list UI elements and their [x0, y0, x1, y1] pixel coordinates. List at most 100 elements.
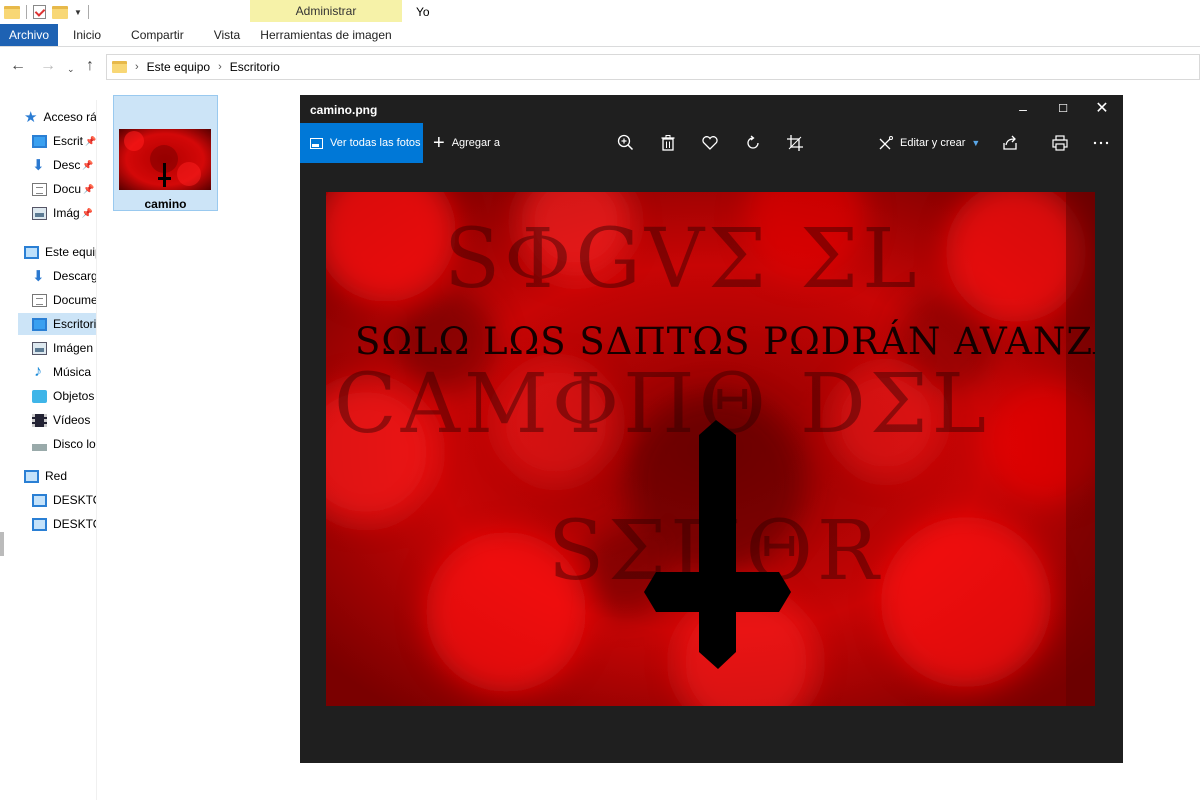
pin-icon: 📌 — [82, 159, 94, 170]
photos-title: camino.png — [310, 103, 378, 117]
folder-icon[interactable] — [4, 5, 20, 19]
chevron-right-icon[interactable]: › — [218, 61, 222, 73]
favorite-heart-icon[interactable] — [700, 133, 720, 153]
pin-icon: 📌 — [83, 183, 95, 194]
sidebar-item-documentos-pinned[interactable]: Docu 📌 — [32, 178, 96, 200]
file-item-camino[interactable]: camino — [113, 95, 218, 211]
sidebar-item-label: Escritori — [53, 317, 97, 331]
pin-icon: 📌 — [85, 135, 97, 146]
video-icon — [32, 413, 47, 427]
inverted-cross-icon — [644, 420, 791, 669]
sidebar-item-disco-local[interactable]: Disco lo — [32, 433, 96, 455]
cube-icon — [32, 389, 47, 403]
sidebar-item-label: Música — [53, 365, 92, 379]
photos-toolbar: Ver todas las fotos + Agregar a Editar y… — [300, 123, 1123, 163]
sidebar-item-label: Descarg — [53, 269, 97, 283]
sidebar-item-label: Objetos — [53, 389, 95, 403]
edit-create-button[interactable]: Editar y crear ▼ — [878, 123, 980, 163]
sidebar-item-objetos-3d[interactable]: Objetos — [32, 385, 96, 407]
forward-arrow-icon[interactable]: → — [40, 58, 56, 74]
download-icon — [32, 156, 47, 174]
computer-icon — [32, 493, 47, 507]
computer-icon — [32, 517, 47, 531]
rotate-icon[interactable] — [743, 133, 763, 153]
image-icon — [32, 341, 47, 355]
breadcrumb-escritorio[interactable]: Escritorio — [230, 60, 280, 74]
image-icon — [32, 206, 47, 220]
back-arrow-icon[interactable]: ← — [10, 58, 26, 74]
more-options-icon[interactable] — [1091, 133, 1111, 153]
edit-create-label: Editar y crear — [900, 137, 966, 149]
close-icon[interactable]: ✕ — [1094, 101, 1110, 117]
photo-viewer-canvas[interactable]: SΦGVΣ ΣL SΩLΩ LΩS SΔΠTΩS PΩDRÁN AVANZAR … — [300, 163, 1123, 763]
tab-vista[interactable]: Vista — [199, 24, 255, 46]
sidebar-item-imagenes[interactable]: Imágen — [32, 337, 96, 359]
ribbon-tabs: Archivo Inicio Compartir Vista Herramien… — [0, 24, 392, 46]
edit-wand-icon — [879, 136, 893, 150]
tab-compartir[interactable]: Compartir — [116, 24, 199, 46]
divider — [0, 46, 1200, 47]
star-icon: ★ — [24, 108, 38, 126]
sidebar-item-acceso-rapido[interactable]: ★ Acceso rá — [24, 106, 97, 128]
print-icon[interactable] — [1050, 133, 1070, 153]
sidebar-item-label: DESKTO — [53, 517, 96, 531]
sidebar-item-descargas-pinned[interactable]: Desc 📌 — [32, 154, 96, 176]
sidebar-item-escritorio-pinned[interactable]: Escrit 📌 — [32, 130, 97, 152]
see-all-photos-label: Ver todas las fotos — [330, 137, 421, 149]
minimize-icon[interactable]: – — [1015, 101, 1031, 117]
chevron-right-icon[interactable]: › — [135, 61, 139, 73]
sidebar-item-label: Acceso rá — [43, 110, 97, 124]
sidebar-item-videos[interactable]: Vídeos — [32, 409, 96, 431]
sidebar-item-musica[interactable]: Música — [32, 361, 96, 383]
sidebar-item-este-equipo[interactable]: Este equip — [24, 241, 96, 263]
add-to-button[interactable]: + Agregar a — [433, 123, 500, 163]
sidebar-item-documentos[interactable]: Docume — [32, 289, 97, 311]
delete-icon[interactable] — [658, 133, 678, 153]
address-bar[interactable]: › Este equipo › Escritorio — [106, 54, 1200, 80]
sidebar-item-desktop-1[interactable]: DESKTO — [32, 489, 96, 511]
sidebar-item-label: Disco lo — [53, 437, 96, 451]
navigation-pane: ★ Acceso rá Escrit 📌 Desc 📌 Docu 📌 Imág … — [0, 100, 97, 800]
tab-inicio[interactable]: Inicio — [58, 24, 116, 46]
tab-archivo[interactable]: Archivo — [0, 24, 59, 46]
properties-icon[interactable] — [33, 5, 46, 19]
network-icon — [24, 469, 39, 483]
sidebar-item-desktop-2[interactable]: DESKTO — [32, 513, 96, 535]
see-all-photos-button[interactable]: Ver todas las fotos — [300, 123, 423, 163]
contextual-tab-group: Administrar — [250, 0, 402, 22]
desktop-icon — [32, 134, 47, 148]
customize-dropdown-icon[interactable]: ▼ — [74, 8, 82, 17]
quick-access-toolbar: ▼ — [0, 0, 250, 24]
recent-locations-chevron-icon[interactable]: ⌄ — [67, 61, 75, 77]
sidebar-item-descargas[interactable]: Descarg — [32, 265, 97, 287]
zoom-in-icon[interactable] — [616, 133, 636, 153]
sidebar-item-label: Imágen — [53, 341, 94, 355]
share-icon[interactable] — [1000, 133, 1020, 153]
divider — [87, 5, 89, 19]
sidebar-item-label: Docume — [53, 293, 97, 307]
tab-herramientas-imagen[interactable]: Herramientas de imagen — [250, 24, 402, 46]
new-folder-icon[interactable] — [52, 5, 68, 19]
scrollbar-thumb[interactable] — [0, 532, 4, 556]
up-arrow-icon[interactable]: ↑ — [86, 58, 94, 74]
desktop-icon — [32, 317, 47, 331]
photo-icon — [310, 137, 323, 149]
sidebar-item-escritorio[interactable]: Escritori — [18, 313, 97, 335]
music-icon — [32, 363, 47, 381]
add-to-label: Agregar a — [451, 137, 500, 149]
maximize-icon[interactable]: ☐ — [1055, 101, 1071, 117]
sidebar-item-imagenes-pinned[interactable]: Imág 📌 — [32, 202, 96, 224]
sidebar-item-label: Escrit — [53, 134, 83, 148]
sidebar-item-red[interactable]: Red — [24, 465, 96, 487]
pc-icon — [24, 245, 39, 259]
disk-icon — [32, 443, 47, 451]
sidebar-item-label: Vídeos — [53, 413, 91, 427]
file-thumbnail — [119, 129, 211, 190]
displayed-image[interactable]: SΦGVΣ ΣL SΩLΩ LΩS SΔΠTΩS PΩDRÁN AVANZAR … — [326, 192, 1095, 706]
crop-icon[interactable] — [785, 133, 805, 153]
sidebar-item-label: DESKTO — [53, 493, 96, 507]
download-icon — [32, 267, 47, 285]
window-title: Yo — [416, 5, 430, 19]
sidebar-item-label: Desc — [53, 158, 81, 172]
breadcrumb-este-equipo[interactable]: Este equipo — [147, 60, 210, 74]
